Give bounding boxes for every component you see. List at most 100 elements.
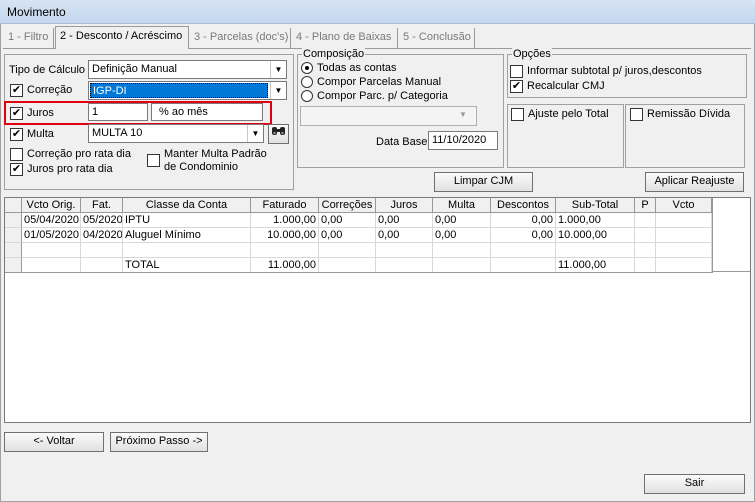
- data-base-label: Data Base: [376, 136, 428, 148]
- chevron-down-icon[interactable]: ▼: [270, 82, 286, 99]
- chevron-down-icon[interactable]: ▼: [459, 110, 467, 119]
- cell-sub-total: 1.000,00: [556, 213, 635, 228]
- movimento-table[interactable]: Vcto Orig. Fat. Classe da Conta Faturado…: [4, 197, 751, 423]
- cell-p: [635, 258, 656, 273]
- cell-juros: [376, 258, 433, 273]
- multa-checkbox[interactable]: ✔: [10, 128, 23, 141]
- ajuste-total-checkbox[interactable]: [511, 108, 524, 121]
- remissao-divida-checkbox[interactable]: [630, 108, 643, 121]
- tab-filtro[interactable]: 1 - Filtro: [4, 28, 54, 48]
- proximo-passo-button[interactable]: Próximo Passo ->: [110, 432, 208, 452]
- tab-desconto-acrescimo[interactable]: 2 - Desconto / Acréscimo: [55, 26, 189, 49]
- window-title: Movimento: [7, 5, 66, 19]
- col-classe-conta[interactable]: Classe da Conta: [123, 198, 251, 213]
- col-juros[interactable]: Juros: [376, 198, 433, 213]
- table-row[interactable]: [5, 243, 712, 258]
- cell-vcto: [656, 258, 712, 273]
- col-p[interactable]: P: [635, 198, 656, 213]
- compor-manual-radio[interactable]: [301, 76, 313, 88]
- cell-multa: [433, 258, 491, 273]
- table-row[interactable]: 05/04/2020 05/2020 IPTU 1.000,00 0,00 0,00 0,0…: [5, 213, 712, 228]
- multa-label: Multa: [27, 128, 54, 140]
- table-right-line: [712, 198, 713, 273]
- informar-subtotal-label: Informar subtotal p/ juros,descontos: [527, 65, 702, 77]
- col-descontos[interactable]: Descontos: [491, 198, 556, 213]
- tab-conclusao[interactable]: 5 - Conclusão: [399, 28, 475, 48]
- prorata-juros-checkbox[interactable]: ✔: [10, 163, 23, 176]
- cell-correcoes: 0,00: [319, 213, 376, 228]
- cell-sub-total: 10.000,00: [556, 228, 635, 243]
- correcao-select[interactable]: IGP-DI: [88, 81, 287, 100]
- compor-categoria-label: Compor Parc. p/ Categoria: [317, 90, 448, 102]
- table-row[interactable]: 01/05/2020 04/2020 Aluguel Mínimo 10.000,00…: [5, 228, 712, 243]
- cell-fat: [81, 243, 123, 258]
- table-row[interactable]: TOTAL 11.000,00 11.000,00: [5, 258, 712, 273]
- tab-plano-de-baixas[interactable]: 4 - Plano de Baixas: [292, 28, 398, 48]
- cell-classe-conta: Aluguel Mínimo: [123, 228, 251, 243]
- remissao-divida-label: Remissão Dívida: [647, 108, 731, 120]
- todas-contas-label: Todas as contas: [317, 62, 397, 74]
- row-indicator[interactable]: [5, 213, 22, 228]
- prorata-correcao-checkbox[interactable]: [10, 148, 23, 161]
- data-base-value: 11/10/2020: [432, 134, 487, 146]
- chevron-down-icon[interactable]: ▼: [247, 125, 263, 142]
- correcao-selected: IGP-DI: [90, 83, 268, 98]
- cell-p: [635, 228, 656, 243]
- cell-classe-conta: TOTAL: [123, 258, 251, 273]
- compor-categoria-radio[interactable]: [301, 90, 313, 102]
- cell-fat: [81, 258, 123, 273]
- cell-vcto-orig: [22, 258, 81, 273]
- cell-sub-total: [556, 243, 635, 258]
- voltar-button[interactable]: <- Voltar: [4, 432, 104, 452]
- cell-vcto-orig: [22, 243, 81, 258]
- cell-fat: 04/2020: [81, 228, 123, 243]
- tab-parcelas[interactable]: 3 - Parcelas (doc's): [190, 28, 291, 48]
- cell-classe-conta: IPTU: [123, 213, 251, 228]
- row-indicator[interactable]: [5, 228, 22, 243]
- data-base-input[interactable]: 11/10/2020: [428, 131, 498, 150]
- correcao-checkbox[interactable]: ✔: [10, 84, 23, 97]
- juros-unit: % ao mês: [159, 106, 208, 118]
- cell-p: [635, 243, 656, 258]
- cell-descontos: 0,00: [491, 213, 556, 228]
- recalcular-cmj-checkbox[interactable]: ✔: [510, 80, 523, 93]
- tipo-calculo-label: Tipo de Cálculo: [9, 64, 86, 76]
- cell-multa: 0,00: [433, 228, 491, 243]
- col-correcoes[interactable]: Correções: [319, 198, 376, 213]
- manter-multa-label: Manter Multa Padrão de Condominio: [164, 148, 267, 173]
- cell-vcto: [656, 243, 712, 258]
- manter-multa-checkbox[interactable]: [147, 154, 160, 167]
- col-sub-total[interactable]: Sub-Total: [556, 198, 635, 213]
- multa-select[interactable]: MULTA 10: [88, 124, 264, 143]
- cell-vcto: [656, 228, 712, 243]
- cell-descontos: [491, 243, 556, 258]
- sair-button[interactable]: Sair: [644, 474, 745, 494]
- opcoes-title: Opções: [512, 48, 552, 60]
- col-fat[interactable]: Fat.: [81, 198, 123, 213]
- todas-contas-radio[interactable]: [301, 62, 313, 74]
- correcao-value: IGP-DI: [93, 85, 127, 97]
- cell-fat: 05/2020: [81, 213, 123, 228]
- col-faturado[interactable]: Faturado: [251, 198, 319, 213]
- col-vcto-orig[interactable]: Vcto Orig.: [22, 198, 81, 213]
- binoculars-search-button[interactable]: [268, 124, 289, 144]
- cell-faturado: 10.000,00: [251, 228, 319, 243]
- ajuste-total-label: Ajuste pelo Total: [528, 108, 609, 120]
- tipo-calculo-select[interactable]: Definição Manual: [88, 60, 287, 79]
- row-indicator-header: [5, 198, 22, 213]
- juros-input[interactable]: 1: [88, 103, 148, 121]
- aplicar-reajuste-button[interactable]: Aplicar Reajuste: [645, 172, 744, 192]
- table-bottom-line: [5, 272, 712, 273]
- informar-subtotal-checkbox[interactable]: [510, 65, 523, 78]
- col-multa[interactable]: Multa: [433, 198, 491, 213]
- categoria-select[interactable]: [300, 106, 477, 126]
- table-body: 05/04/2020 05/2020 IPTU 1.000,00 0,00 0,00 0,0…: [5, 213, 712, 273]
- limpar-cjm-button[interactable]: Limpar CJM: [434, 172, 533, 192]
- cell-p: [635, 213, 656, 228]
- juros-checkbox[interactable]: ✔: [10, 107, 23, 120]
- row-indicator[interactable]: [5, 258, 22, 273]
- chevron-down-icon[interactable]: ▼: [270, 61, 286, 78]
- row-indicator[interactable]: [5, 243, 22, 258]
- cell-correcoes: [319, 243, 376, 258]
- col-vcto[interactable]: Vcto: [656, 198, 712, 213]
